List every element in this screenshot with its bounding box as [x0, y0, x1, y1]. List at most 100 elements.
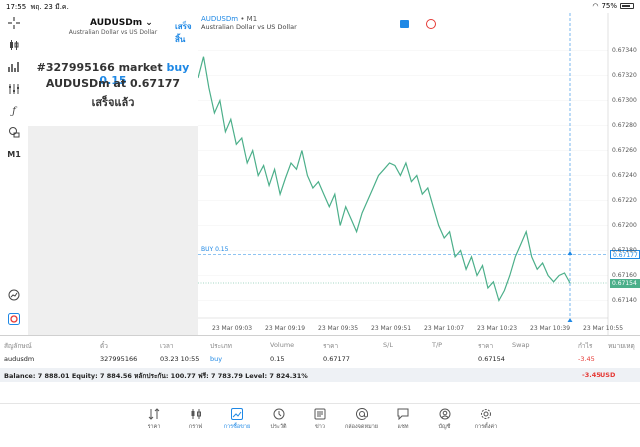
chart-toolbar: ƒ M1: [0, 13, 28, 335]
y-tick-label: 0.67320: [612, 71, 637, 79]
column-header: S/L: [383, 341, 393, 349]
table-cell: audusdm: [4, 355, 35, 363]
nav-item-chat[interactable]: แชท: [383, 408, 423, 431]
y-tick-label: 0.67280: [612, 121, 637, 129]
table-header: สัญลักษณ์ ตั๋ว เวลา ประเภท Volume ราคา S/L T/P ร…: [0, 338, 640, 351]
objects-icon[interactable]: [5, 124, 23, 140]
y-tick-label: 0.67260: [612, 146, 637, 154]
nav-item-label: บัญชี: [438, 424, 451, 430]
nav-item-label: ราคา: [147, 424, 161, 430]
x-tick-label: 23 Mar 10:39: [530, 325, 571, 332]
column-header: ประเภท: [210, 342, 232, 350]
nav-item-account[interactable]: บัญชี: [425, 408, 465, 431]
x-tick-label: 23 Mar 10:23: [477, 325, 518, 332]
nav-item-candles[interactable]: กราฟ: [176, 408, 216, 431]
column-header: สัญลักษณ์: [4, 342, 32, 350]
table-cell: 327995166: [100, 355, 138, 363]
order-marker-icon: [567, 251, 573, 255]
candles-icon: [176, 408, 216, 420]
nav-item-label: การตั้งค่า: [474, 424, 498, 430]
column-header: T/P: [432, 341, 443, 349]
y-tick-label: 0.67180: [612, 246, 637, 254]
broker-logo-icon[interactable]: [5, 311, 23, 327]
y-tick-label: 0.67240: [612, 171, 637, 179]
order-line-label: BUY 0.15: [201, 246, 229, 254]
nav-item-label: การซื้อขาย: [223, 424, 251, 430]
x-tick-label: 23 Mar 10:55: [583, 325, 624, 332]
timeframe-button[interactable]: M1: [5, 146, 23, 162]
table-cell: 03.23 10:55: [160, 355, 200, 363]
price-chart[interactable]: AUDUSDm • M1 Australian Dollar vs US Dol…: [198, 13, 640, 335]
y-tick-label: 0.67300: [612, 96, 637, 104]
order-result-line3: เสร็จแล้ว: [91, 96, 135, 109]
x-tick-label: 23 Mar 10:07: [424, 325, 465, 332]
order-panel: AUDUSDm ⌄ Australian Dollar vs US Dollar…: [28, 13, 198, 335]
column-header: ตั๋ว: [100, 342, 108, 350]
x-tick-label: 23 Mar 09:19: [265, 325, 306, 332]
wifi-icon: ◠: [592, 2, 599, 10]
crosshair-icon[interactable]: [5, 15, 23, 31]
status-time-date: 17:55 พฤ. 23 มี.ค.: [6, 2, 69, 13]
y-tick-label: 0.67160: [612, 271, 637, 279]
status-bar: 17:55 พฤ. 23 มี.ค. ◠ 75%: [0, 0, 640, 13]
table-cell: 0.67177: [323, 355, 350, 363]
history-icon: [259, 408, 299, 420]
function-icon[interactable]: ƒ: [5, 103, 23, 119]
nav-item-trade[interactable]: การซื้อขาย: [217, 408, 257, 431]
y-tick-label: 0.67200: [612, 221, 637, 229]
x-tick-label: 23 Mar 09:51: [371, 325, 412, 332]
column-header: เวลา: [160, 342, 174, 350]
table-row[interactable]: audusdm 327995166 03.23 10:55 buy 0.15 0.6717…: [0, 352, 640, 365]
settings-sliders-icon[interactable]: [5, 81, 23, 97]
done-button[interactable]: เสร็จสิ้น: [175, 20, 198, 46]
zoom-icon[interactable]: [5, 287, 23, 303]
bid-price-tag: 0.67154: [610, 278, 640, 288]
status-date: พฤ. 23 มี.ค.: [30, 3, 69, 11]
nav-item-news[interactable]: ข่าว: [300, 408, 340, 431]
column-header: หมายเหตุ: [608, 342, 635, 350]
trade-window-icon[interactable]: [400, 20, 409, 28]
balance-row: Balance: 7 888.01 Equity: 7 884.56 หลักป…: [0, 368, 640, 382]
order-panel-header: AUDUSDm ⌄ Australian Dollar vs US Dollar…: [28, 13, 198, 126]
one-click-trading-icon[interactable]: [426, 19, 436, 29]
battery-icon: [620, 3, 634, 9]
nav-item-label: กราฟ: [188, 424, 203, 430]
nav-item-quotes[interactable]: ราคา: [134, 408, 174, 431]
nav-item-mailbox[interactable]: กล่องจดหมาย: [342, 408, 382, 431]
column-header: Volume: [270, 341, 295, 349]
nav-item-label: กล่องจดหมาย: [344, 424, 379, 430]
column-header: Swap: [512, 341, 530, 349]
price-series-line: [198, 56, 571, 303]
x-tick-label: 23 Mar 09:03: [212, 325, 253, 332]
column-header: ราคา: [478, 342, 494, 350]
y-tick-label: 0.67220: [612, 196, 637, 204]
currency-label: USD: [600, 371, 616, 379]
status-time: 17:55: [6, 3, 27, 11]
table-cell: 0.15: [270, 355, 285, 363]
table-cell: -3.45: [578, 355, 595, 363]
order-ticket-text: #327995166 market: [36, 61, 163, 74]
x-tick-label: 23 Mar 09:35: [318, 325, 359, 332]
settings-icon: [466, 408, 506, 420]
candles-tool-icon[interactable]: [5, 37, 23, 53]
symbol-description: Australian Dollar vs US Dollar: [68, 29, 158, 36]
mailbox-icon: [342, 408, 382, 420]
column-header: กำไร: [578, 342, 593, 350]
symbol-name: AUDUSDm: [90, 18, 143, 28]
balance-summary: Balance: 7 888.01 Equity: 7 884.56 หลักป…: [4, 372, 308, 380]
bottom-navigation: ราคา กราฟ การซื้อขาย ประวัติ ข่าว กล่องจดหมาย…: [0, 403, 640, 447]
nav-item-label: ข่าว: [315, 424, 325, 430]
positions-table: สัญลักษณ์ ตั๋ว เวลา ประเภท Volume ราคา S/L T/P ร…: [0, 335, 640, 382]
total-profit: -3.45: [582, 371, 601, 379]
symbol-selector[interactable]: AUDUSDm ⌄: [90, 18, 153, 28]
nav-item-label: ประวัติ: [270, 424, 287, 430]
indicators-icon[interactable]: [5, 59, 23, 75]
table-cell: 0.67154: [478, 355, 505, 363]
time-marker-icon: [567, 318, 573, 322]
nav-item-settings[interactable]: การตั้งค่า: [466, 408, 506, 431]
news-icon: [300, 408, 340, 420]
order-result-line2: AUDUSDm at 0.67177: [45, 77, 181, 90]
chart-canvas: [198, 13, 609, 335]
quotes-icon: [134, 408, 174, 420]
nav-item-history[interactable]: ประวัติ: [259, 408, 299, 431]
